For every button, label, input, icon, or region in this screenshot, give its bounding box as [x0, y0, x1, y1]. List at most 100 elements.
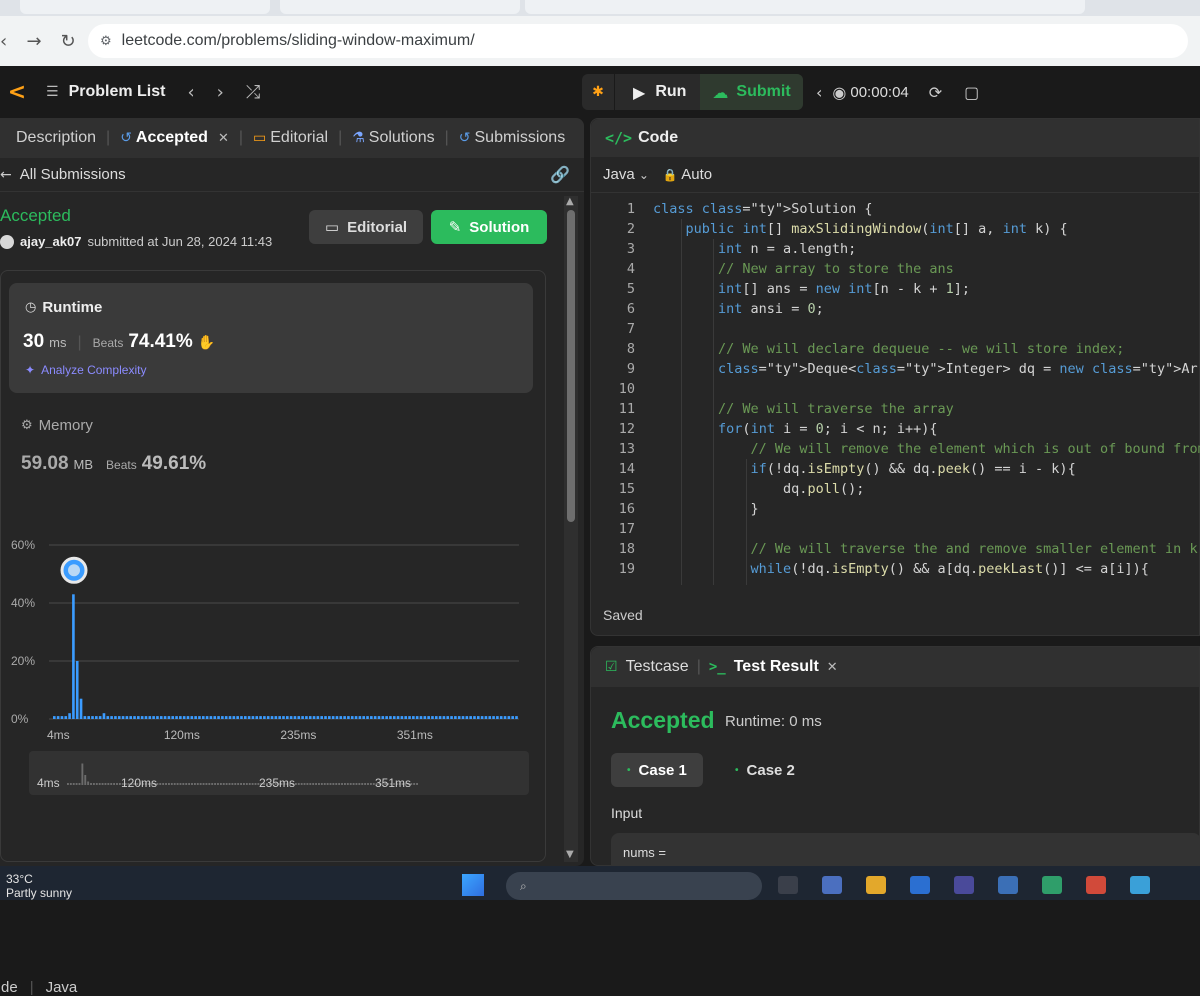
tab-testcase[interactable]: Testcase	[626, 658, 689, 676]
code-line[interactable]: 15 dq.poll();	[591, 479, 1200, 499]
runtime-bar[interactable]	[251, 716, 255, 719]
taskbar-app-icon[interactable]	[954, 876, 974, 894]
runtime-bar[interactable]	[95, 716, 98, 719]
runtime-bar[interactable]	[370, 716, 373, 719]
runtime-bar[interactable]	[480, 716, 484, 719]
code-line[interactable]: 19 while(!dq.isEmpty() && a[dq.peekLast(…	[591, 559, 1200, 579]
runtime-bar[interactable]	[148, 716, 152, 719]
runtime-bar[interactable]	[297, 716, 301, 719]
runtime-bar[interactable]	[194, 716, 197, 719]
next-problem-icon[interactable]: ›	[217, 82, 224, 103]
runtime-bar[interactable]	[511, 716, 514, 719]
runtime-bar[interactable]	[163, 716, 167, 719]
runtime-bar[interactable]	[152, 716, 155, 719]
collapse-timer-icon[interactable]: ‹	[816, 83, 822, 102]
runtime-bar[interactable]	[289, 716, 293, 719]
file-explorer-icon[interactable]	[866, 876, 886, 894]
runtime-bar[interactable]	[137, 716, 140, 719]
runtime-bar[interactable]	[450, 716, 453, 719]
close-tab-icon[interactable]: ✕	[218, 131, 229, 146]
code-line[interactable]: 5 int[] ans = new int[n - k + 1];	[591, 279, 1200, 299]
runtime-bar[interactable]	[412, 716, 415, 719]
runtime-bar[interactable]	[339, 716, 343, 719]
runtime-bar[interactable]	[201, 716, 205, 719]
runtime-bar[interactable]	[240, 716, 243, 719]
share-link-icon[interactable]: 🔗	[550, 165, 570, 184]
runtime-bar[interactable]	[507, 716, 511, 719]
run-button[interactable]: ▶ Run	[614, 74, 700, 110]
code-line[interactable]: 4 // New array to store the ans	[591, 259, 1200, 279]
tab-submissions[interactable]: Submissions	[475, 129, 566, 147]
runtime-bar[interactable]	[72, 594, 75, 719]
runtime-bar[interactable]	[316, 716, 320, 719]
runtime-bar[interactable]	[186, 716, 190, 719]
code-line[interactable]: 3 int n = a.length;	[591, 239, 1200, 259]
scroll-up-icon[interactable]: ▲	[566, 196, 574, 207]
site-info-icon[interactable]: ⚙	[100, 34, 112, 49]
runtime-bar[interactable]	[408, 716, 411, 719]
runtime-distribution-chart[interactable]: 60% 40% 20% 0% 4ms 120ms 235ms 351ms	[1, 511, 541, 741]
prev-problem-icon[interactable]: ‹	[187, 82, 194, 103]
runtime-bar[interactable]	[434, 716, 438, 719]
runtime-bar[interactable]	[293, 716, 297, 719]
runtime-bar[interactable]	[236, 716, 239, 719]
browser-tab[interactable]	[280, 0, 520, 14]
case-2-button[interactable]: • Case 2	[719, 753, 811, 787]
forward-arrow-icon[interactable]: →	[14, 31, 54, 52]
runtime-bar[interactable]	[106, 716, 110, 719]
runtime-bar[interactable]	[79, 698, 83, 719]
runtime-bar[interactable]	[171, 716, 175, 719]
all-submissions-link[interactable]: All Submissions	[20, 166, 126, 183]
runtime-bar[interactable]	[461, 716, 465, 719]
runtime-bar[interactable]	[454, 716, 457, 719]
case-1-button[interactable]: • Case 1	[611, 753, 703, 787]
code-line[interactable]: 17	[591, 519, 1200, 539]
runtime-bar[interactable]	[75, 661, 79, 719]
username[interactable]: ajay_ak07	[20, 234, 81, 249]
tab-solutions[interactable]: Solutions	[369, 129, 435, 147]
tab-accepted[interactable]: Accepted	[136, 129, 208, 147]
runtime-bar[interactable]	[98, 716, 102, 719]
runtime-bar[interactable]	[328, 716, 331, 719]
runtime-bar[interactable]	[243, 716, 247, 719]
runtime-bar[interactable]	[385, 716, 388, 719]
runtime-bar[interactable]	[305, 716, 308, 719]
runtime-bar[interactable]	[515, 716, 518, 719]
code-line[interactable]: 10	[591, 379, 1200, 399]
runtime-bar[interactable]	[224, 716, 228, 719]
back-arrow-icon[interactable]: ←	[0, 167, 12, 183]
play-circle-icon[interactable]: ◉	[832, 83, 846, 102]
code-line[interactable]: 11 // We will traverse the array	[591, 399, 1200, 419]
runtime-bar[interactable]	[286, 716, 289, 719]
code-line[interactable]: 16 }	[591, 499, 1200, 519]
runtime-bar[interactable]	[83, 716, 87, 719]
code-line[interactable]: 2 public int[] maxSlidingWindow(int[] a,…	[591, 219, 1200, 239]
tab-description[interactable]: Description	[16, 129, 96, 147]
debug-icon[interactable]: ✱	[582, 84, 614, 100]
runtime-bar[interactable]	[282, 716, 285, 719]
scroll-down-icon[interactable]: ▼	[566, 849, 574, 860]
runtime-bar[interactable]	[465, 716, 469, 719]
runtime-card[interactable]: ◷ Runtime 30 ms | Beats 74.41% ✋ ✦ Analy…	[9, 283, 533, 393]
runtime-bar[interactable]	[354, 716, 358, 719]
runtime-bar[interactable]	[427, 716, 430, 719]
runtime-bar[interactable]	[473, 716, 476, 719]
runtime-bar[interactable]	[91, 716, 94, 719]
taskbar-app-icon[interactable]	[822, 876, 842, 894]
runtime-bar[interactable]	[503, 716, 507, 719]
solution-button[interactable]: ✎ Solution	[431, 210, 547, 244]
runtime-bar[interactable]	[320, 716, 323, 719]
runtime-bar[interactable]	[53, 716, 56, 719]
runtime-bar[interactable]	[114, 716, 117, 719]
runtime-bar[interactable]	[140, 716, 144, 719]
runtime-bar[interactable]	[308, 716, 312, 719]
runtime-bar[interactable]	[87, 716, 90, 719]
runtime-bar[interactable]	[431, 716, 434, 719]
runtime-bar[interactable]	[377, 716, 381, 719]
url-field[interactable]: ⚙ leetcode.com/problems/sliding-window-m…	[88, 24, 1188, 58]
runtime-bar[interactable]	[221, 716, 224, 719]
runtime-bar[interactable]	[255, 716, 259, 719]
runtime-bar[interactable]	[110, 716, 113, 719]
code-line[interactable]: 12 for(int i = 0; i < n; i++){	[591, 419, 1200, 439]
runtime-bar[interactable]	[438, 716, 442, 719]
